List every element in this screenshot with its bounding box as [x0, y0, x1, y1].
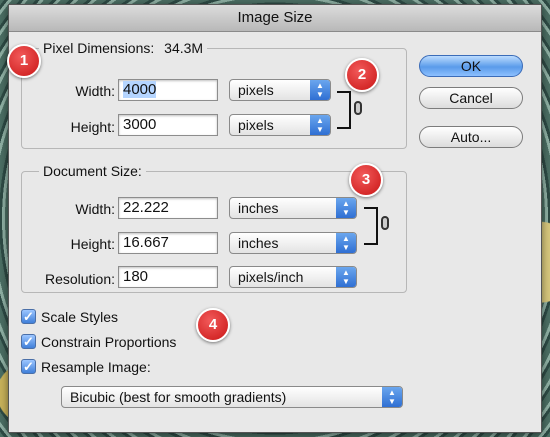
doc-width-unit-value: inches	[238, 200, 279, 216]
pixel-height-label: Height:	[70, 119, 115, 135]
resolution-unit-value: pixels/inch	[238, 269, 304, 285]
pixel-dimensions-title: Pixel Dimensions: 34.3M	[39, 40, 208, 56]
link-chain-icon	[381, 216, 389, 230]
annotation-marker-4: 4	[196, 308, 230, 342]
doc-height-input[interactable]: 16.667	[118, 232, 218, 254]
auto-button[interactable]: Auto...	[419, 126, 523, 148]
annotation-marker-1: 1	[7, 44, 41, 78]
popup-arrows-icon: ▲ ▼	[336, 233, 356, 253]
doc-width-label: Width:	[75, 201, 115, 217]
doc-link-bracket	[364, 207, 378, 245]
pixel-height-input[interactable]: 3000	[118, 114, 218, 136]
doc-height-label: Height:	[70, 236, 115, 252]
link-chain-icon	[354, 101, 362, 115]
scale-styles-label: Scale Styles	[41, 309, 119, 325]
pixel-height-unit-value: pixels	[238, 117, 274, 133]
pixel-dimensions-size: 34.3M	[164, 40, 204, 56]
dialog-title: Image Size	[9, 5, 541, 32]
pixel-dimensions-label: Pixel Dimensions:	[43, 40, 155, 56]
resample-method-select[interactable]: Bicubic (best for smooth gradients) ▲ ▼	[61, 386, 403, 408]
resample-image-checkbox[interactable]: ✓	[21, 359, 36, 374]
document-size-title: Document Size:	[39, 163, 146, 179]
doc-height-unit-value: inches	[238, 235, 279, 251]
pixel-width-unit-value: pixels	[238, 82, 274, 98]
scale-styles-checkbox[interactable]: ✓	[21, 309, 36, 324]
annotation-marker-3: 3	[349, 163, 383, 197]
doc-width-unit-select[interactable]: inches ▲ ▼	[229, 197, 357, 219]
ok-button[interactable]: OK	[419, 55, 523, 77]
constrain-proportions-label: Constrain Proportions	[41, 334, 177, 350]
popup-arrows-icon: ▲ ▼	[310, 80, 330, 100]
pixel-width-input[interactable]: 4000	[118, 79, 218, 101]
resolution-label: Resolution:	[44, 271, 115, 287]
resample-image-label: Resample Image:	[41, 359, 151, 375]
pixel-width-label: Width:	[75, 83, 115, 99]
annotation-marker-2: 2	[345, 58, 379, 92]
cancel-button[interactable]: Cancel	[419, 87, 523, 109]
popup-arrows-icon: ▲ ▼	[310, 115, 330, 135]
image-size-dialog: Image Size Pixel Dimensions: 34.3M Width…	[8, 4, 542, 433]
popup-arrows-icon: ▲ ▼	[336, 198, 356, 218]
constrain-proportions-checkbox[interactable]: ✓	[21, 334, 36, 349]
pixel-width-unit-select[interactable]: pixels ▲ ▼	[229, 79, 331, 101]
resolution-input[interactable]: 180	[118, 266, 218, 288]
pixel-link-bracket	[337, 91, 351, 129]
popup-arrows-icon: ▲ ▼	[382, 387, 402, 407]
resolution-unit-select[interactable]: pixels/inch ▲ ▼	[229, 266, 357, 288]
doc-height-unit-select[interactable]: inches ▲ ▼	[229, 232, 357, 254]
pixel-height-unit-select[interactable]: pixels ▲ ▼	[229, 114, 331, 136]
resample-method-value: Bicubic (best for smooth gradients)	[70, 389, 287, 405]
doc-width-input[interactable]: 22.222	[118, 197, 218, 219]
popup-arrows-icon: ▲ ▼	[336, 267, 356, 287]
